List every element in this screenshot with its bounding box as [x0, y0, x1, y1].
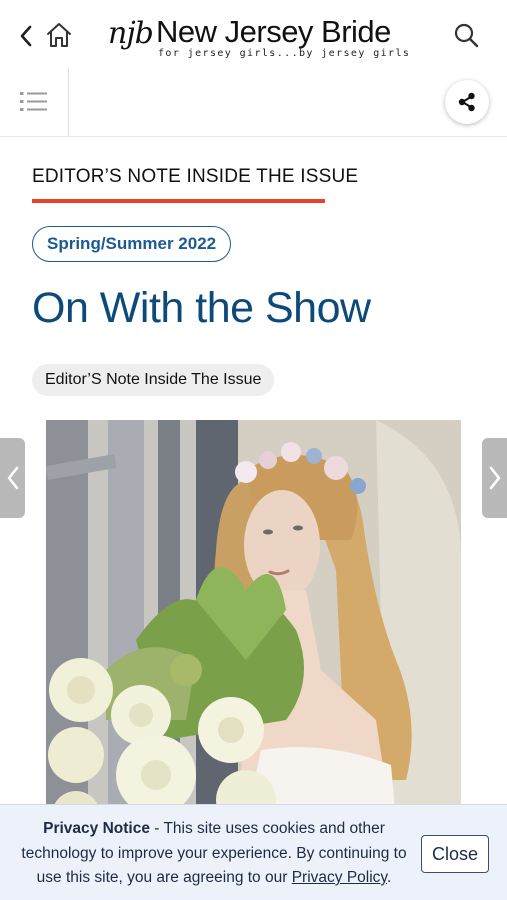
chevron-left-icon [20, 25, 32, 47]
close-button[interactable]: Close [421, 835, 489, 873]
category-tag[interactable]: Editor’S Note Inside The Issue [32, 364, 275, 396]
logo-mark: njb [108, 16, 154, 51]
site-logo[interactable]: njb New Jersey Bride for jersey girls...… [108, 10, 411, 60]
privacy-notice-text: Privacy Notice - This site uses cookies … [20, 817, 408, 891]
privacy-policy-link[interactable]: Privacy Policy [292, 869, 387, 886]
home-icon [47, 23, 71, 47]
logo-title: New Jersey Bride [156, 14, 391, 49]
privacy-notice-heading: Privacy Notice [43, 820, 150, 837]
issue-badge[interactable]: Spring/Summer 2022 [32, 226, 232, 262]
section-underline [32, 199, 325, 203]
share-button[interactable] [445, 80, 489, 124]
share-icon [458, 92, 475, 112]
article-title: On With the Show [32, 284, 371, 332]
back-button[interactable] [12, 20, 40, 52]
home-button[interactable] [42, 18, 76, 52]
table-of-contents-button[interactable] [0, 68, 69, 136]
section-label: EDITOR’S NOTE INSIDE THE ISSUE [32, 166, 359, 187]
hero-image [46, 420, 461, 820]
page: njb New Jersey Bride for jersey girls...… [0, 0, 507, 900]
chevron-right-icon [489, 466, 500, 490]
top-header: njb New Jersey Bride for jersey girls...… [0, 0, 507, 69]
privacy-notice-banner: Privacy Notice - This site uses cookies … [0, 804, 507, 900]
list-icon [20, 92, 47, 111]
search-button[interactable] [449, 18, 483, 52]
hero-photo [46, 420, 461, 820]
next-article-button[interactable] [482, 438, 507, 518]
logo-tagline: for jersey girls...by jersey girls [158, 48, 411, 59]
search-icon [454, 23, 479, 48]
chevron-left-icon [7, 466, 18, 490]
previous-article-button[interactable] [0, 438, 25, 518]
privacy-notice-end: . [387, 869, 392, 886]
article-toolbar [0, 68, 507, 137]
